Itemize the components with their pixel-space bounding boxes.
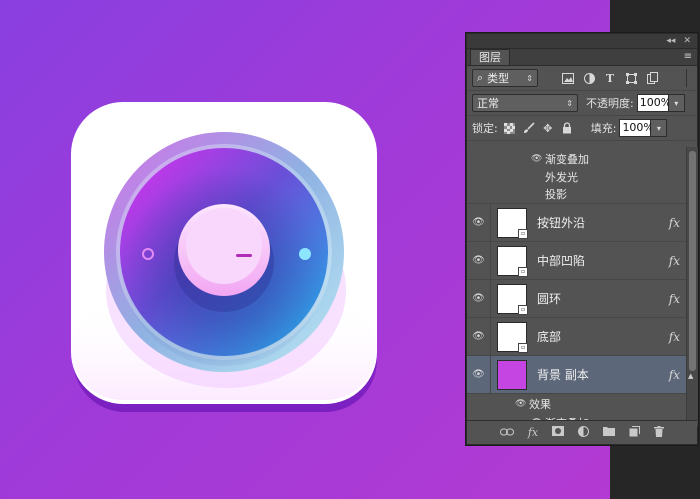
layer-thumbnail — [497, 359, 527, 390]
effect-label: 投影 — [545, 187, 567, 201]
fx-icon[interactable]: fx — [669, 216, 680, 230]
knob-indicator — [236, 254, 252, 257]
effects-header-label: 效果 — [529, 397, 551, 411]
effect-label: 外发光 — [545, 170, 578, 184]
link-icon[interactable] — [499, 426, 514, 439]
scrollbar-thumb[interactable] — [689, 151, 696, 371]
lock-label: 锁定: — [472, 122, 498, 135]
opacity-label: 不透明度: — [586, 97, 634, 110]
layer-name: 按钮外沿 — [537, 216, 586, 230]
blend-mode-value: 正常 — [477, 97, 499, 110]
layer-thumbnail: ▫ — [497, 283, 528, 315]
fx-icon[interactable]: fx — [528, 426, 538, 439]
blend-row: 正常 ⇕ 不透明度: 100% ▾ — [467, 91, 697, 116]
fx-icon[interactable]: fx — [669, 254, 680, 268]
trash-icon[interactable] — [654, 425, 665, 440]
layer-thumbnail: ▫ — [497, 245, 528, 277]
blend-mode-select[interactable]: 正常 ⇕ — [472, 94, 578, 112]
effect-item[interactable]: 👁 渐变叠加 — [467, 149, 686, 168]
max-indicator-dot — [299, 248, 311, 260]
eye-icon[interactable]: 👁 — [515, 399, 529, 409]
effect-item[interactable]: 外发光 — [467, 168, 686, 185]
lock-row: 锁定: ✥ 填充: 100% ▾ — [467, 116, 697, 141]
panel-title-bar[interactable]: ◂◂ ✕ — [467, 34, 697, 49]
layer-row-background-copy[interactable]: 👁 背景 副本 fx — [467, 356, 686, 394]
eye-icon[interactable]: 👁 — [467, 293, 490, 304]
fill-label: 填充: — [590, 122, 617, 135]
layer-name: 背景 副本 — [537, 368, 589, 382]
mask-icon[interactable] — [552, 426, 565, 439]
layer-row-bottom[interactable]: 👁 ▫ 底部 fx — [467, 318, 686, 356]
filter-toggle[interactable] — [686, 69, 692, 87]
layer-row-ring[interactable]: 👁 ▫ 圆环 fx — [467, 280, 686, 318]
layers-panel: ◂◂ ✕ 图层 ≡ ⌕ 类型 ⇕ T 正常 ⇕ 不透明度: 100% ▾ 锁定:… — [466, 33, 698, 445]
chevron-updown-icon: ⇕ — [566, 98, 573, 108]
adjustment-icon[interactable] — [578, 425, 590, 440]
eye-icon[interactable]: 👁 — [467, 369, 490, 380]
layer-name: 中部凹陷 — [537, 254, 586, 268]
type-filter-icon[interactable]: T — [604, 72, 616, 85]
tab-layers[interactable]: 图层 — [470, 49, 510, 65]
layers-list: 👁 渐变叠加 外发光 投影 👁 ▫ 按钮外沿 fx 👁 ▫ 中部凹陷 fx 👁 … — [467, 147, 686, 454]
layers-bottom-toolbar: fx — [467, 420, 697, 444]
layer-name: 底部 — [537, 330, 562, 344]
fx-icon[interactable]: fx — [669, 368, 680, 382]
layer-row-middle-recess[interactable]: 👁 ▫ 中部凹陷 fx — [467, 242, 686, 280]
folder-icon[interactable] — [603, 426, 616, 439]
lock-brush-icon[interactable] — [523, 122, 535, 134]
fx-icon[interactable]: fx — [669, 292, 680, 306]
filter-kind-select[interactable]: ⌕ 类型 ⇕ — [472, 69, 538, 87]
panel-tab-row: 图层 ≡ — [467, 49, 697, 66]
search-icon: ⌕ — [477, 71, 484, 84]
close-icon[interactable]: ✕ — [683, 36, 691, 46]
layer-row-button-rim[interactable]: 👁 ▫ 按钮外沿 fx — [467, 204, 686, 242]
chevron-updown-icon: ⇕ — [526, 73, 533, 83]
shape-filter-icon[interactable] — [625, 72, 637, 84]
filter-kind-value: 类型 — [487, 72, 510, 85]
effects-group-top: 👁 渐变叠加 外发光 投影 — [467, 149, 686, 204]
effect-item[interactable]: 投影 — [467, 185, 686, 202]
opacity-slider-button[interactable]: ▾ — [668, 94, 685, 112]
panel-menu-icon[interactable]: ≡ — [684, 51, 692, 62]
eye-icon[interactable]: 👁 — [467, 255, 490, 266]
collapse-icon[interactable]: ◂◂ — [666, 36, 675, 46]
pixel-layer-filter-icon[interactable] — [562, 72, 574, 84]
lock-move-icon[interactable]: ✥ — [542, 122, 554, 135]
adjustment-filter-icon[interactable] — [583, 72, 595, 84]
lock-transparency-icon[interactable] — [504, 122, 516, 134]
eye-icon[interactable]: 👁 — [467, 331, 490, 342]
fill-slider-button[interactable]: ▾ — [651, 119, 668, 137]
eye-icon[interactable]: 👁 — [467, 217, 490, 228]
layers-scrollbar[interactable]: ▲ — [686, 147, 698, 426]
smart-object-filter-icon[interactable] — [646, 72, 658, 84]
scroll-up-icon[interactable]: ▲ — [688, 372, 693, 380]
filter-row: ⌕ 类型 ⇕ T — [467, 66, 697, 91]
lock-all-icon[interactable] — [561, 122, 573, 134]
layer-thumbnail: ▫ — [497, 207, 528, 239]
opacity-field[interactable]: 100% — [636, 94, 671, 112]
fx-icon[interactable]: fx — [669, 330, 680, 344]
effect-label: 渐变叠加 — [545, 152, 589, 166]
new-layer-icon[interactable] — [629, 425, 641, 440]
eye-icon[interactable]: 👁 — [531, 154, 545, 164]
layer-thumbnail: ▫ — [497, 321, 528, 353]
layer-name: 圆环 — [537, 292, 562, 306]
fill-field[interactable]: 100% — [619, 119, 654, 137]
effects-header[interactable]: 👁 效果 — [467, 394, 686, 413]
